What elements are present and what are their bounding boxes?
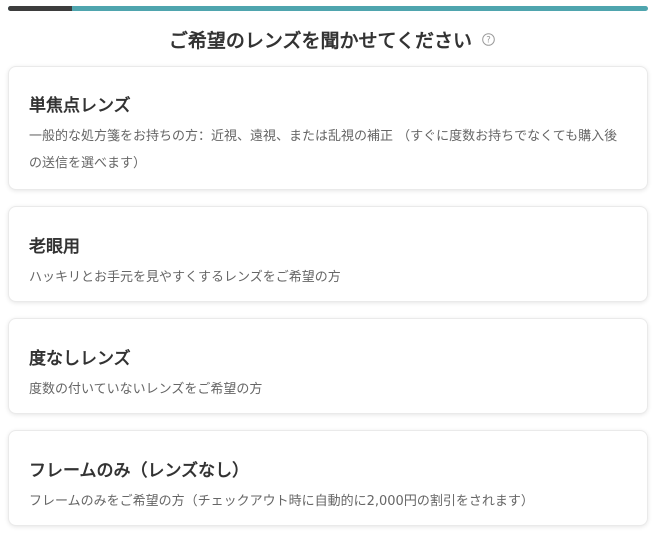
option-title: 度なしレンズ	[29, 349, 131, 369]
lens-option-reading[interactable]: 老眼用 ハッキリとお手元を見やすくするレンズをご希望の方	[8, 206, 648, 302]
lens-option-frame-only[interactable]: フレームのみ（レンズなし） フレームのみをご希望の方（チェックアウト時に自動的に…	[8, 430, 648, 526]
question-circle-icon[interactable]: ?	[482, 33, 495, 46]
lens-option-non-prescription[interactable]: 度なしレンズ 度数の付いていないレンズをご希望の方	[8, 318, 648, 414]
progress-bar	[8, 6, 648, 11]
option-description: フレームのみをご希望の方（チェックアウト時に自動的に2,000円の割引をされます…	[29, 494, 534, 509]
question-header: ご希望のレンズを聞かせてください ?	[0, 26, 664, 53]
option-description: 度数の付いていないレンズをご希望の方	[29, 382, 263, 397]
option-description: ハッキリとお手元を見やすくするレンズをご希望の方	[29, 270, 341, 285]
page-title: ご希望のレンズを聞かせてください	[168, 30, 472, 52]
option-title: 老眼用	[29, 237, 80, 257]
option-title: フレームのみ（レンズなし）	[29, 461, 250, 481]
progress-bar-fill	[8, 6, 72, 11]
option-title: 単焦点レンズ	[29, 96, 131, 116]
svg-text:?: ?	[486, 36, 491, 46]
lens-option-single-vision[interactable]: 単焦点レンズ 一般的な処方箋をお持ちの方：近視、遠視、または乱視の補正 （すぐに…	[8, 66, 648, 190]
option-description: 一般的な処方箋をお持ちの方：近視、遠視、または乱視の補正 （すぐに度数お持ちでな…	[29, 129, 618, 171]
